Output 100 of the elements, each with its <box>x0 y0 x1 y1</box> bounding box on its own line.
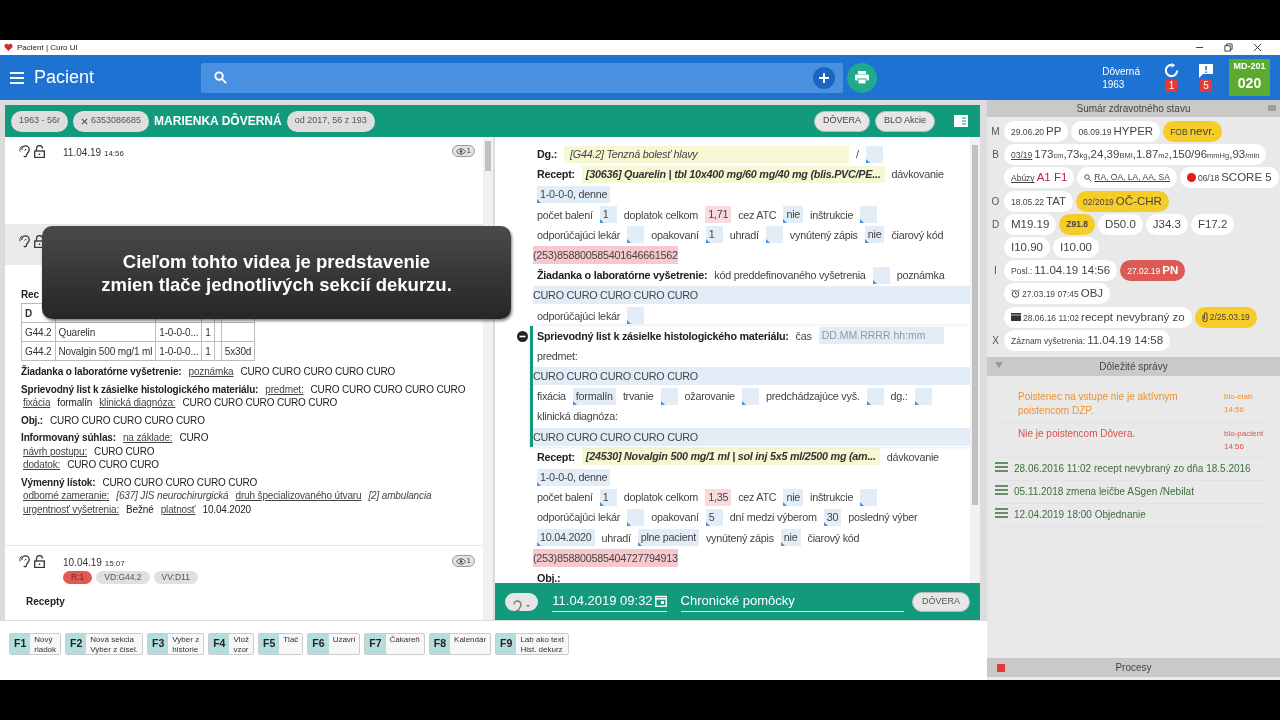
field-link[interactable]: urgentnosť vyšetrenia: <box>23 502 120 516</box>
drug-field[interactable]: [24530] Novalgin 500 mg/1 ml | sol inj 5x5 ml/2500 mg (am... <box>581 448 880 466</box>
summary-chip[interactable]: Z91.8 <box>1059 213 1096 235</box>
print-button[interactable] <box>847 62 877 93</box>
field-link[interactable]: poznámka <box>188 365 234 379</box>
summary-chip[interactable]: 27.03.19 07:45 OBJ <box>1004 283 1111 305</box>
field-link[interactable]: predmet: <box>265 382 304 396</box>
search-field[interactable] <box>201 62 843 93</box>
function-key-button[interactable]: F1 Nový riadok <box>9 633 62 655</box>
input-field[interactable] <box>741 387 759 405</box>
field-label: dní medzi výberom <box>729 510 817 526</box>
summary-chip[interactable]: 06.09.19 HYPER <box>1071 121 1161 143</box>
summary-chip[interactable]: 18.05.22 TAT <box>1004 190 1074 212</box>
input-field[interactable]: 5 <box>705 508 723 526</box>
input-field[interactable]: nie <box>780 529 801 547</box>
function-key-button[interactable]: F5 Tlač <box>257 633 304 655</box>
views-badge[interactable]: 1 <box>451 555 475 567</box>
summary-chip[interactable]: I10.00 <box>1053 237 1099 259</box>
input-field[interactable] <box>627 508 645 526</box>
header-button[interactable]: DÔVERA <box>813 110 870 132</box>
field-link[interactable]: návrh postupu: <box>23 444 88 458</box>
message-icon[interactable] <box>1199 63 1213 78</box>
summary-chip[interactable]: RA, OA, LA, AA, SA <box>1077 167 1177 189</box>
summary-chip[interactable]: 28.06.16 11:02 recept nevybraný zo <box>1004 306 1192 328</box>
sync-icon[interactable] <box>1164 63 1179 78</box>
field-label: ožarovanie <box>684 389 735 405</box>
magnifier-icon <box>1084 173 1093 182</box>
input-field[interactable]: 10.04.2020 <box>537 529 595 547</box>
input-field[interactable] <box>914 387 932 405</box>
remove-icon[interactable] <box>81 117 89 125</box>
title-field[interactable]: Chronické pomôcky <box>680 591 904 612</box>
input-field[interactable]: 30 <box>823 508 842 526</box>
listen-button[interactable] <box>505 592 539 611</box>
input-field[interactable] <box>860 488 878 506</box>
input-field[interactable]: plne pacient <box>637 529 699 547</box>
text-field[interactable]: CURO CURO CURO CURO CURO <box>533 286 970 305</box>
input-field[interactable] <box>865 145 883 163</box>
summary-chip[interactable]: Abúzy A1 F1 <box>1004 167 1075 189</box>
add-button[interactable] <box>813 66 835 89</box>
input-field[interactable] <box>627 226 645 244</box>
field-link[interactable]: na základe: <box>122 431 173 445</box>
input-field[interactable]: nie <box>783 206 804 224</box>
text-field[interactable]: CURO CURO CURO CURO CURO <box>533 427 970 446</box>
restore-icon[interactable] <box>1224 43 1233 52</box>
header-button[interactable]: BLO Akcie <box>874 110 935 132</box>
summary-chip[interactable]: 06/18 SCORE 5 <box>1179 167 1279 189</box>
summary-chip[interactable]: 27.02.19 PN <box>1120 260 1186 282</box>
function-key-button[interactable]: F7 Čakareň <box>364 633 425 655</box>
input-field[interactable]: 1 <box>705 226 723 244</box>
drug-field[interactable]: [30636] Quarelin | tbl 10x400 mg/60 mg/40 mg (blis.PVC/PE... <box>581 165 885 183</box>
summary-chip[interactable]: F17.2 <box>1190 213 1235 235</box>
lock-icon[interactable] <box>34 145 45 158</box>
summary-chip[interactable]: M19.19 <box>1004 213 1057 235</box>
input-field[interactable] <box>765 226 783 244</box>
field-link[interactable]: odborné zameranie: <box>23 489 110 503</box>
lock-icon[interactable] <box>34 555 45 568</box>
alarm-icon <box>1011 289 1020 299</box>
input-field[interactable]: DD.MM.RRRR hh:mm <box>818 327 944 345</box>
summary-chip[interactable]: J34.3 <box>1145 213 1188 235</box>
input-field[interactable] <box>866 387 884 405</box>
input-field[interactable] <box>627 307 645 325</box>
collapse-icon[interactable] <box>517 330 528 342</box>
input-field[interactable] <box>860 206 878 224</box>
grip-icon[interactable] <box>1268 105 1276 111</box>
summary-chip[interactable]: Záznam vyšetrenia: 11.04.19 14:58 <box>1004 329 1171 351</box>
input-field[interactable]: formalín <box>572 387 616 405</box>
date-field[interactable]: 11.04.2019 09:32 <box>552 591 667 612</box>
function-key-button[interactable]: F6 Uzavri <box>307 633 361 655</box>
summary-chip[interactable]: 2/25.03.19 <box>1194 306 1257 328</box>
field-link[interactable]: druh špecializovaného útvaru <box>235 489 362 503</box>
insurer-button[interactable]: DÔVERA <box>912 591 970 612</box>
input-field[interactable]: 1 <box>599 206 617 224</box>
message-text: Nie je poistencom Dôvera. <box>1017 426 1137 441</box>
scrollbar[interactable] <box>970 137 980 583</box>
summary-chip[interactable]: 02/2019 OČ-CHR <box>1076 190 1169 212</box>
input-field[interactable]: 1 <box>599 488 617 506</box>
input-field[interactable] <box>660 387 678 405</box>
summary-chip[interactable]: FOB nevr. <box>1163 121 1222 143</box>
field-link[interactable]: dodatok: <box>23 458 61 472</box>
field-label: dg.: <box>890 389 908 405</box>
input-field[interactable]: nie <box>864 226 885 244</box>
summary-chip[interactable]: D50.0 <box>1098 213 1143 235</box>
menu-button[interactable] <box>10 71 24 84</box>
summary-chip[interactable]: Posl.: 11.04.19 14:56 <box>1004 260 1118 282</box>
text-field[interactable]: CURO CURO CURO CURO CURO <box>533 367 970 386</box>
field-link[interactable]: platnosť <box>160 502 196 516</box>
function-key-button[interactable]: F8 Kalendár <box>428 633 492 655</box>
summary-chip[interactable]: I10.90 <box>1004 237 1050 259</box>
field-link[interactable]: fixácia <box>23 396 51 410</box>
eye-icon <box>455 147 466 155</box>
field-label: Sprievodný list k zásielke histologického materiálu: <box>537 328 789 344</box>
diagnosis-field[interactable]: [G44.2] Tenzná bolesť hlavy <box>564 145 849 163</box>
input-field[interactable] <box>872 266 890 284</box>
summary-chip[interactable]: 29.06.20 PP <box>1004 121 1069 143</box>
close-icon[interactable] <box>1253 43 1262 52</box>
field-link[interactable]: klinická diagnóza: <box>99 396 176 410</box>
input-field[interactable]: nie <box>783 488 804 506</box>
input-field[interactable]: 1-0-0-0, denne <box>537 185 611 203</box>
views-badge[interactable]: 1 <box>451 145 475 157</box>
input-field[interactable]: 1-0-0-0, denne <box>537 468 611 486</box>
